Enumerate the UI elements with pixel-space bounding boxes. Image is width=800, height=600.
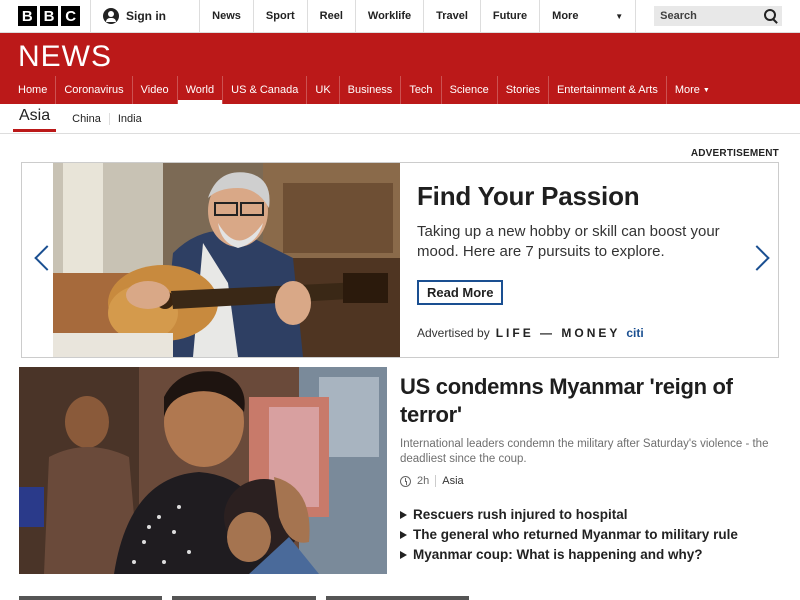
subnav-asia[interactable]: Asia [13, 105, 57, 132]
next-stories-strip [19, 596, 469, 600]
chevron-down-icon: ▼ [615, 11, 624, 21]
ad-copy: Find Your Passion Taking up a new hobby … [417, 181, 737, 305]
section-navigation: Home Coronavirus Video World US & Canada… [0, 76, 800, 104]
bullet-arrow-icon [400, 551, 407, 559]
bbc-top-bar: B B C Sign in News Sport Reel Worklife T… [0, 0, 800, 33]
topnav-more[interactable]: More ▼ [540, 0, 637, 32]
bullet-arrow-icon [400, 531, 407, 539]
section-entertainment-arts[interactable]: Entertainment & Arts [549, 76, 667, 104]
subnav-china[interactable]: China [64, 113, 109, 125]
section-business[interactable]: Business [340, 76, 402, 104]
news-wordmark[interactable]: NEWS [18, 40, 112, 74]
related-story-link[interactable]: Rescuers rush injured to hospital [400, 507, 780, 523]
search-icon[interactable] [764, 9, 778, 23]
story-image[interactable] [19, 367, 387, 574]
related-stories: Rescuers rush injured to hospital The ge… [400, 507, 780, 563]
story-thumbnail-edge[interactable] [19, 596, 163, 600]
section-more-label: More [674, 84, 700, 96]
related-story-link[interactable]: Myanmar coup: What is happening and why? [400, 547, 780, 563]
topnav-sport[interactable]: Sport [254, 0, 308, 32]
topnav-travel[interactable]: Travel [424, 0, 481, 32]
story-tag-link[interactable]: Asia [435, 475, 464, 487]
user-icon [103, 8, 119, 24]
topnav-future[interactable]: Future [481, 0, 541, 32]
section-stories[interactable]: Stories [498, 76, 549, 104]
news-header: NEWS Home Coronavirus Video World US & C… [0, 33, 800, 104]
related-story-link[interactable]: The general who returned Myanmar to mili… [400, 527, 780, 543]
bbc-logo[interactable]: B B C [0, 0, 91, 32]
carousel-previous-button[interactable] [32, 243, 60, 273]
bullet-arrow-icon [400, 511, 407, 519]
advertised-by-label: Advertised by [417, 326, 490, 340]
bbc-logo-letter: C [61, 6, 81, 26]
story-thumbnail-edge[interactable] [172, 596, 316, 600]
topnav-reel[interactable]: Reel [308, 0, 356, 32]
related-story-title: Myanmar coup: What is happening and why? [413, 547, 703, 562]
story-timestamp: 2h [417, 475, 430, 487]
subnav-india[interactable]: India [108, 112, 150, 125]
section-world[interactable]: World [177, 76, 224, 104]
section-uk[interactable]: UK [307, 76, 340, 104]
topnav-news[interactable]: News [200, 0, 254, 32]
search-placeholder: Search [660, 10, 697, 22]
story-headline[interactable]: US condemns Myanmar 'reign of terror' [400, 373, 780, 429]
related-story-title: Rescuers rush injured to hospital [413, 507, 628, 522]
story-summary: International leaders condemn the milita… [400, 438, 769, 465]
carousel-next-button[interactable] [744, 243, 770, 273]
section-home[interactable]: Home [10, 76, 57, 104]
story-meta: 2h Asia [400, 475, 780, 487]
section-tech[interactable]: Tech [401, 76, 442, 104]
section-us-canada[interactable]: US & Canada [223, 76, 308, 104]
section-more[interactable]: More ▼ [667, 76, 718, 104]
ad-body: Taking up a new hobby or skill can boost… [417, 223, 720, 260]
clock-icon [400, 475, 411, 487]
ad-title: Find Your Passion [417, 181, 640, 211]
bbc-logo-letter: B [18, 6, 37, 26]
bbc-logo-letter: B [39, 6, 59, 26]
top-story: US condemns Myanmar 'reign of terror' In… [400, 373, 780, 567]
ad-sponsor-line: Advertised by LIFE — MONEY citi [417, 326, 644, 340]
ad-image [53, 163, 400, 357]
grieving-people-photo [19, 367, 387, 574]
chevron-right-icon [744, 245, 770, 271]
advertisement-label: ADVERTISEMENT [690, 148, 779, 159]
sign-in-label: Sign in [126, 9, 166, 23]
search-input[interactable]: Search [654, 6, 782, 26]
topnav-more-label: More [552, 10, 579, 22]
citi-logo: citi [626, 326, 644, 340]
related-story-title: The general who returned Myanmar to mili… [413, 527, 738, 542]
man-playing-guitar-illustration [53, 163, 400, 357]
topnav-worklife[interactable]: Worklife [356, 0, 425, 32]
section-video[interactable]: Video [133, 76, 178, 104]
read-more-button[interactable]: Read More [417, 280, 504, 305]
chevron-down-icon: ▼ [702, 86, 710, 94]
sign-in-link[interactable]: Sign in [91, 0, 201, 32]
life-money-logo: LIFE — MONEY [495, 326, 621, 340]
top-navigation: News Sport Reel Worklife Travel Future M… [200, 0, 637, 32]
story-thumbnail-edge[interactable] [325, 596, 469, 600]
advertisement-banner[interactable]: Find Your Passion Taking up a new hobby … [21, 162, 779, 358]
sub-navigation: Asia China India [0, 104, 800, 134]
section-coronavirus[interactable]: Coronavirus [56, 76, 133, 104]
section-science[interactable]: Science [442, 76, 498, 104]
